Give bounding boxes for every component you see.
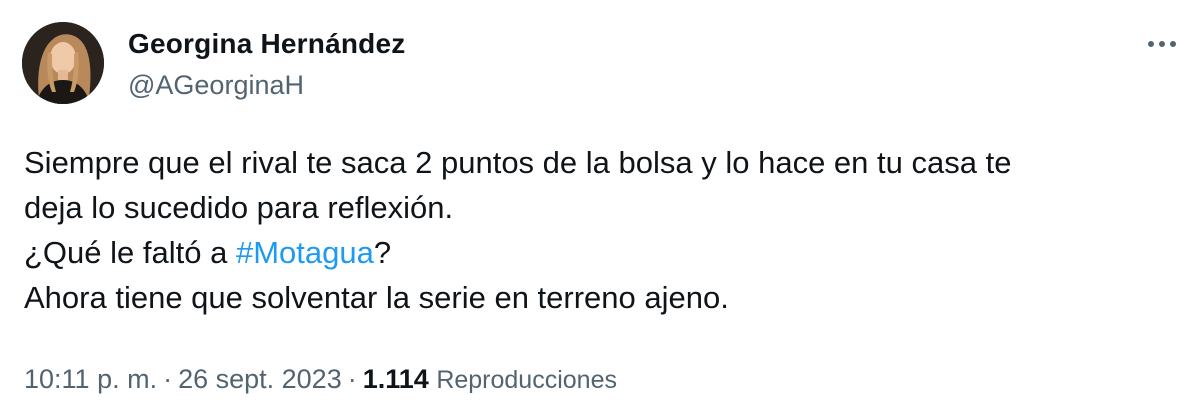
more-horizontal-icon [1148, 41, 1176, 47]
tweet-text: Siempre que el rival te saca 2 puntos de… [24, 140, 1174, 320]
more-options-button[interactable] [1142, 26, 1182, 62]
tweet-date[interactable]: 26 sept. 2023 [178, 364, 342, 394]
tweet-time[interactable]: 10:11 p. m. [24, 364, 157, 394]
views-label[interactable]: Reproducciones [436, 366, 617, 394]
author-name[interactable]: Georgina Hernández [128, 28, 405, 60]
tweet-line: Ahora tiene que solventar la serie en te… [24, 280, 729, 315]
tweet-meta: 10:11 p. m. · 26 sept. 2023 · 1.114 Reproduc… [24, 364, 617, 395]
views-count[interactable]: 1.114 [363, 364, 429, 394]
author-handle[interactable]: @AGeorginaH [128, 70, 304, 101]
tweet-card: Georgina Hernández @AGeorginaH Siempre q… [0, 0, 1200, 412]
tweet-line: deja lo sucedido para reflexión. [24, 190, 454, 225]
tweet-line: ¿Qué le faltó a #Motagua? [24, 230, 1174, 275]
meta-separator: · [347, 364, 357, 394]
meta-separator: · [163, 364, 173, 394]
avatar-photo [22, 22, 104, 104]
tweet-text-segment: ¿Qué le faltó a [24, 235, 236, 270]
tweet-line: Siempre que el rival te saca 2 puntos de… [24, 145, 1012, 180]
hashtag-link[interactable]: #Motagua [236, 235, 374, 270]
avatar[interactable] [22, 22, 104, 104]
tweet-text-segment: ? [373, 235, 392, 270]
